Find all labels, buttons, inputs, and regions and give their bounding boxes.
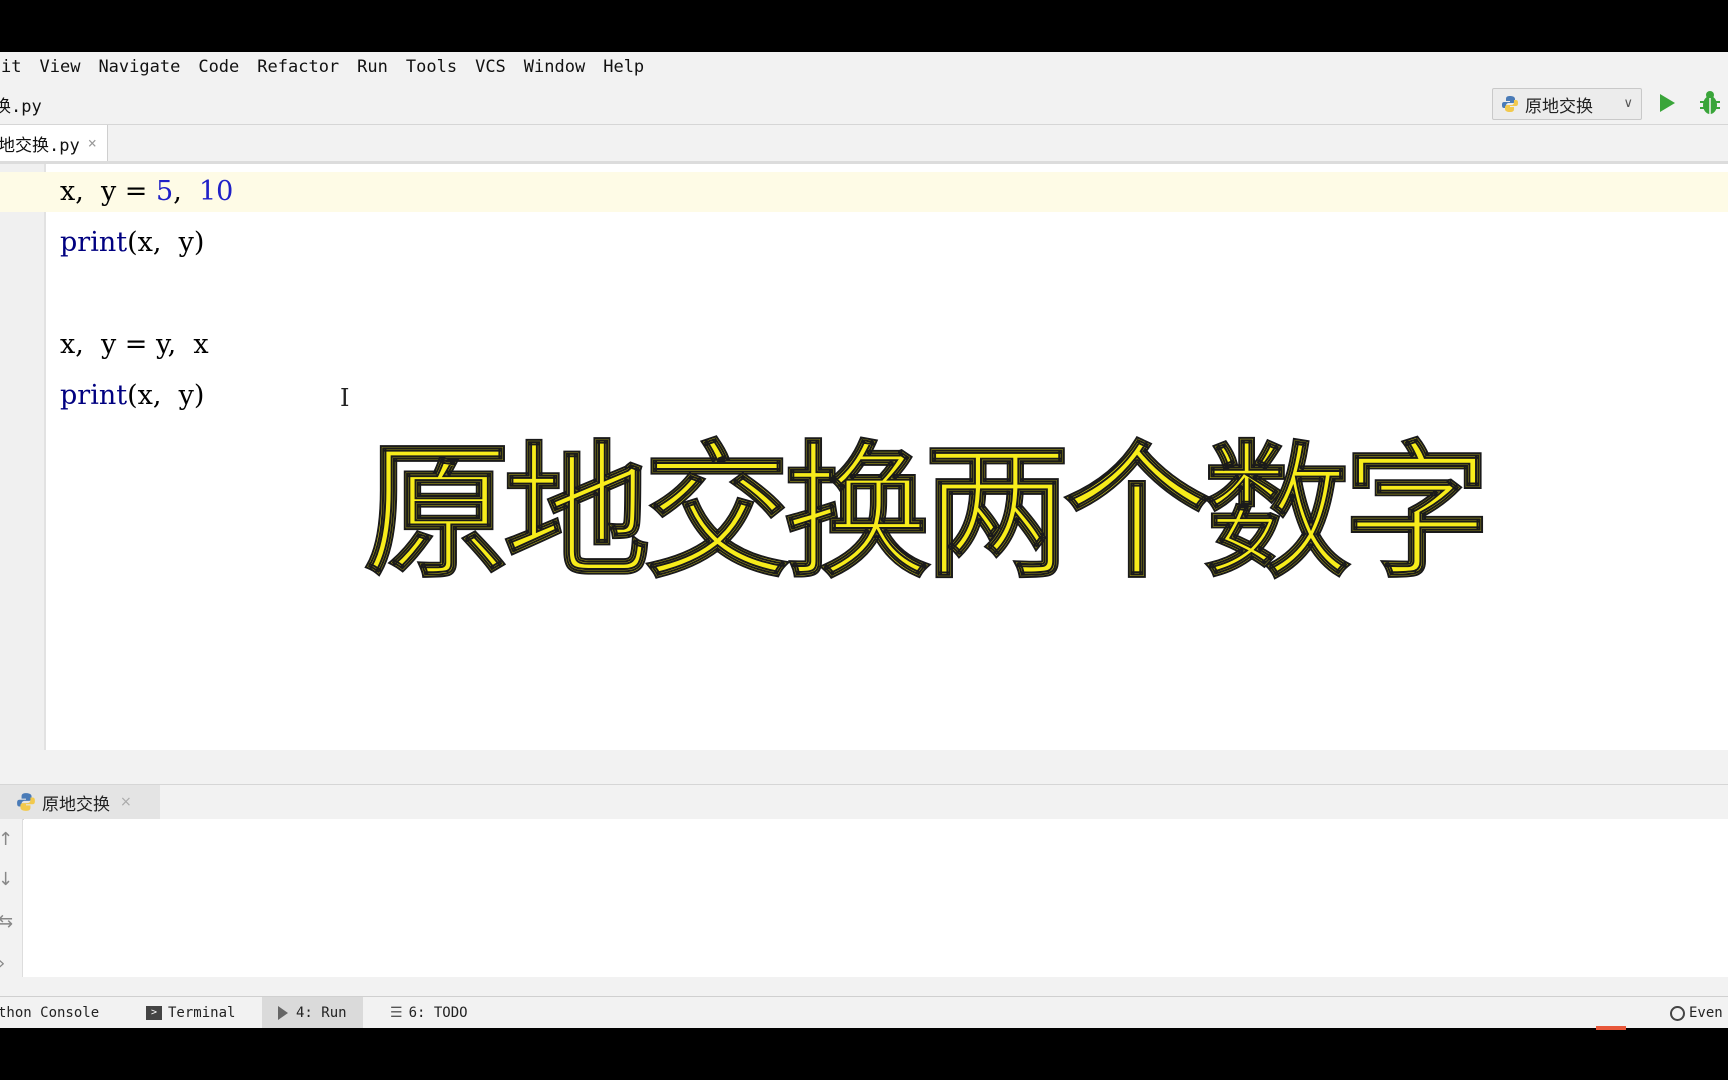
python-icon	[1502, 96, 1518, 112]
code-line[interactable]: print(x, y)	[60, 376, 233, 427]
console-output[interactable]	[24, 819, 1728, 977]
code-token: x, y = y, x	[60, 329, 209, 360]
todo-tab[interactable]: ☰ 6: TODO	[390, 997, 468, 1028]
menu-bar: it View Navigate Code Refactor Run Tools…	[0, 52, 1728, 82]
soft-wrap-icon[interactable]: ⇆	[0, 911, 13, 932]
number-literal: 5	[156, 176, 174, 207]
list-icon: ☰	[390, 1005, 403, 1021]
play-icon	[278, 1006, 288, 1020]
number-literal: 10	[198, 176, 234, 207]
video-title-overlay: 原地交换两个数字	[363, 427, 1491, 599]
close-icon[interactable]: ×	[120, 794, 132, 810]
menu-window[interactable]: Window	[515, 57, 594, 77]
editor-gutter	[0, 164, 46, 750]
terminal-icon: >	[146, 1006, 162, 1020]
menu-help[interactable]: Help	[594, 57, 653, 77]
python-console-tab[interactable]: thon Console	[0, 997, 99, 1028]
terminal-label: Terminal	[168, 1005, 236, 1021]
event-log-label: Even	[1689, 1005, 1723, 1021]
chevron-right-icon[interactable]: ›	[0, 953, 5, 974]
event-log-tab[interactable]: Even	[1670, 997, 1723, 1028]
breadcrumb-file[interactable]: 换.py	[0, 92, 42, 117]
menu-tools[interactable]: Tools	[397, 57, 466, 77]
run-configuration-select[interactable]: 原地交换 ∨	[1492, 88, 1642, 120]
run-tool-window: 原地交换 × ↑ ↓ ⇆ ›	[0, 784, 1728, 977]
editor-tab-bar: 地交换.py ×	[0, 125, 1728, 164]
menu-edit[interactable]: it	[0, 57, 30, 77]
run-tab-label: 原地交换	[42, 794, 110, 815]
menu-refactor[interactable]: Refactor	[248, 57, 348, 77]
menu-view[interactable]: View	[30, 57, 89, 77]
code-token: (x, y)	[127, 380, 205, 411]
event-log-icon	[1670, 1005, 1685, 1021]
todo-label: 6: TODO	[408, 1005, 468, 1021]
debug-icon[interactable]	[1698, 90, 1722, 116]
run-tool-label: 4: Run	[296, 1005, 347, 1021]
python-icon	[17, 793, 35, 811]
text-cursor-icon: I	[340, 384, 350, 412]
run-tab[interactable]: 原地交换 ×	[0, 785, 160, 819]
run-toolbar: ↑ ↓ ⇆ ›	[0, 819, 23, 977]
run-tool-tab[interactable]: 4: Run	[262, 997, 363, 1028]
code-line[interactable]: x, y = 5, 10	[60, 172, 233, 223]
terminal-tab[interactable]: > Terminal	[146, 997, 235, 1028]
progress-marker	[1596, 1026, 1626, 1030]
run-tool-header: 原地交换 ×	[0, 785, 1728, 820]
code-line[interactable]: x, y = y, x	[60, 325, 233, 376]
code-token: ,	[173, 176, 199, 207]
arrow-up-icon[interactable]: ↑	[0, 829, 13, 850]
current-line-highlight	[0, 172, 1728, 212]
python-console-label: thon Console	[0, 1005, 100, 1021]
builtin-function: print	[60, 227, 128, 258]
chevron-down-icon: ∨	[1623, 96, 1633, 111]
editor-tab-label: 地交换.py	[0, 135, 80, 156]
editor-tab[interactable]: 地交换.py ×	[0, 125, 108, 161]
menu-code[interactable]: Code	[189, 57, 248, 77]
close-icon[interactable]: ×	[88, 134, 97, 152]
code-line[interactable]	[60, 274, 233, 325]
arrow-down-icon[interactable]: ↓	[0, 869, 13, 890]
code-content[interactable]: x, y = 5, 10 print(x, y) x, y = y, x print…	[60, 172, 233, 427]
code-token: (x, y)	[127, 227, 205, 258]
builtin-function: print	[60, 380, 128, 411]
code-token: x, y =	[60, 176, 157, 207]
menu-vcs[interactable]: VCS	[466, 57, 515, 77]
run-configuration-label: 原地交换	[1525, 96, 1593, 117]
code-line[interactable]: print(x, y)	[60, 223, 233, 274]
menu-run[interactable]: Run	[348, 57, 397, 77]
run-icon[interactable]	[1660, 94, 1675, 112]
menu-navigate[interactable]: Navigate	[89, 57, 189, 77]
navigation-bar: 换.py 原地交换 ∨	[0, 82, 1728, 125]
tool-window-bar: thon Console > Terminal 4: Run ☰ 6: TODO…	[0, 996, 1728, 1028]
